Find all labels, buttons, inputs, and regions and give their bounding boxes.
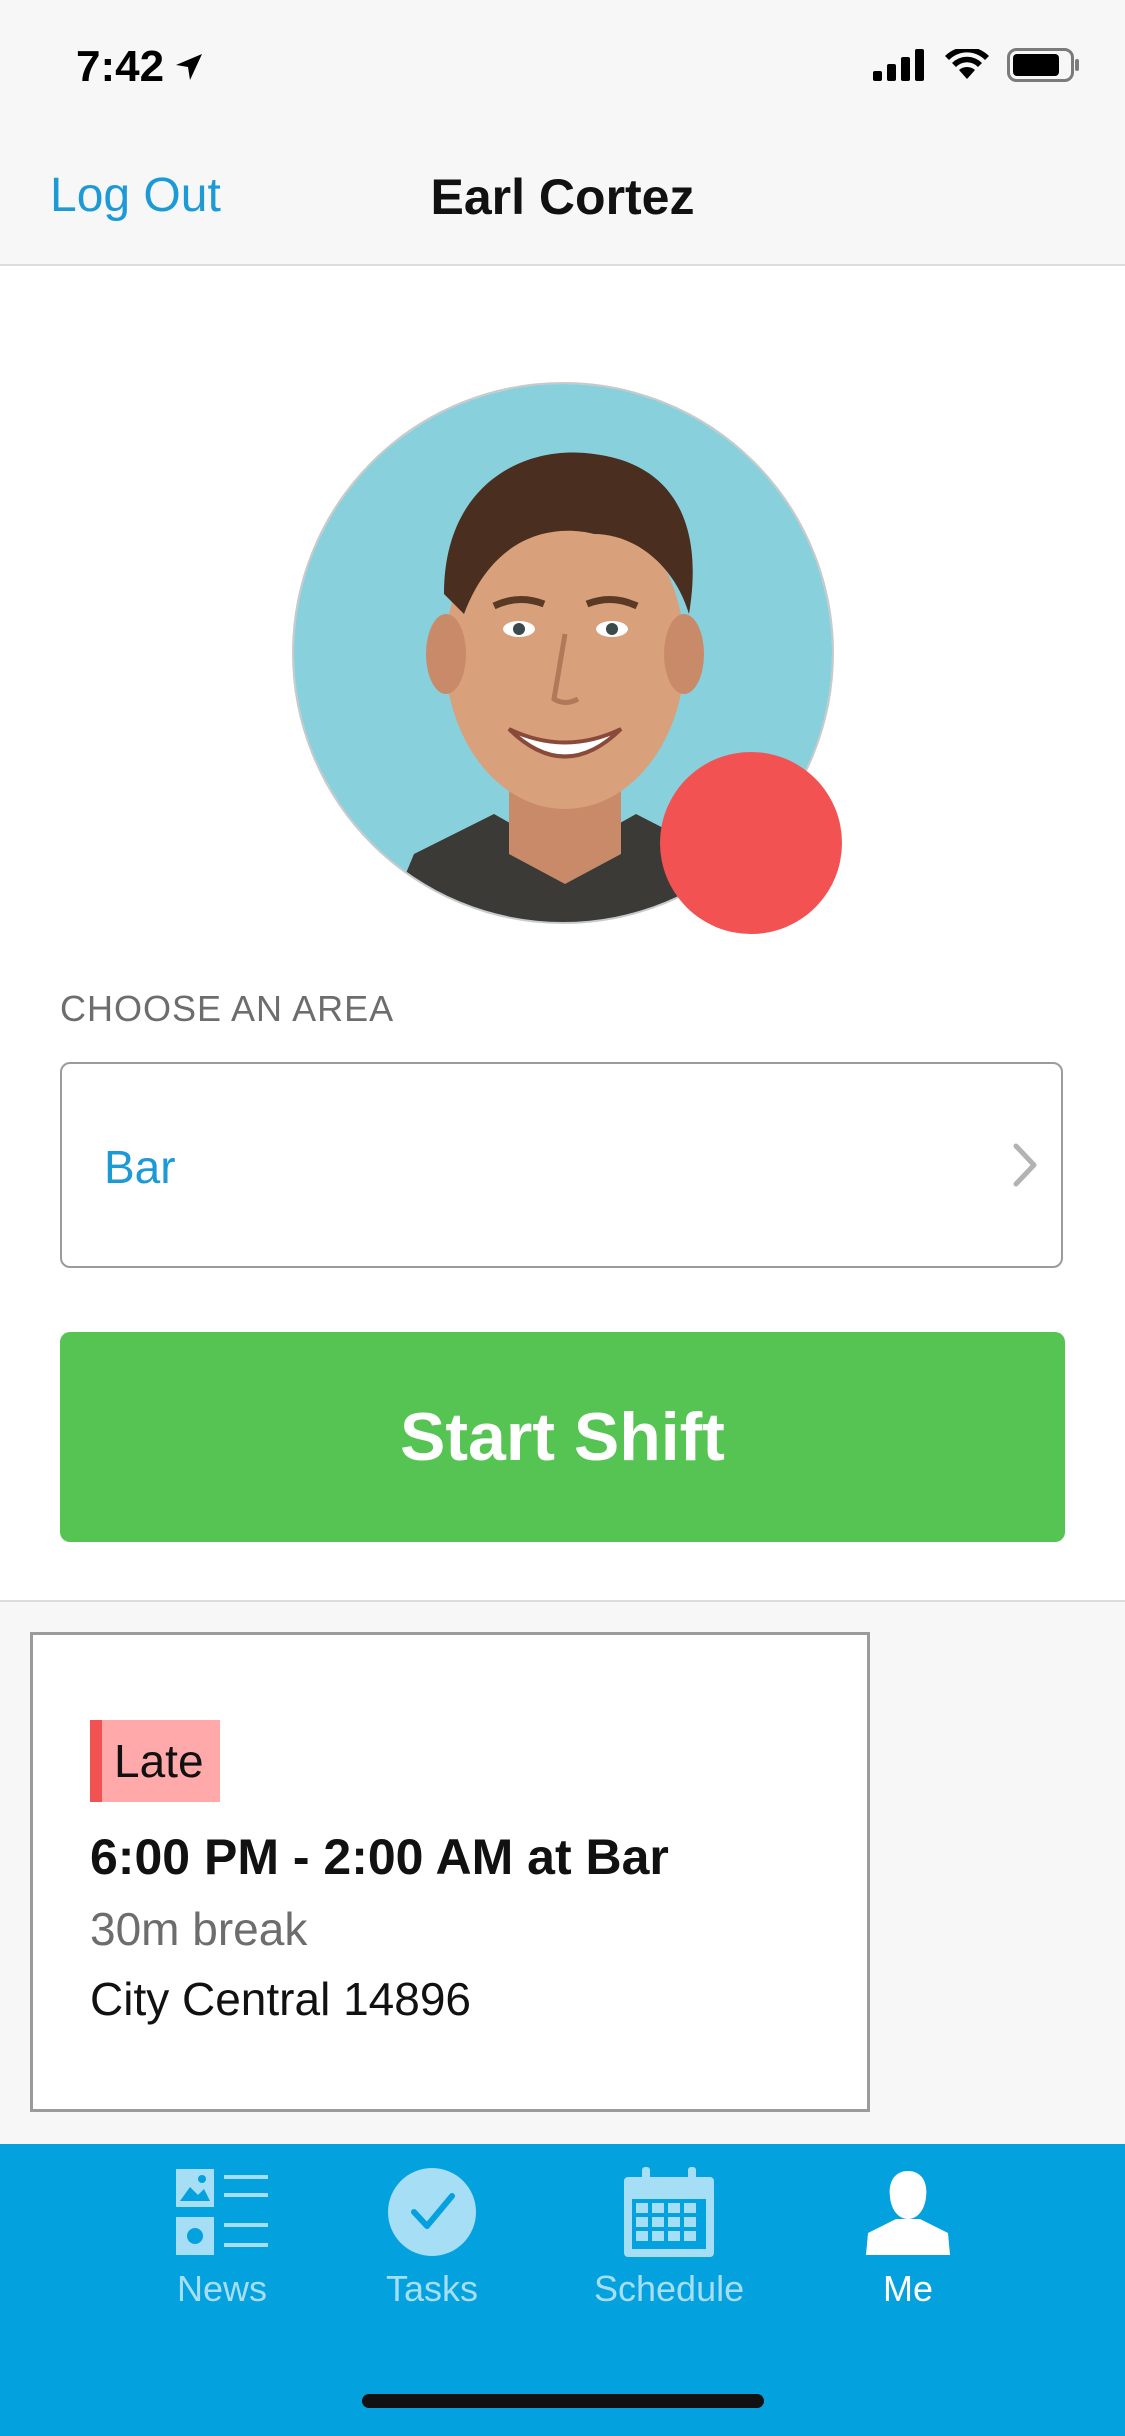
tab-news-label: News — [176, 2268, 268, 2309]
news-icon — [172, 2162, 272, 2262]
status-time-text: 7:42 — [76, 42, 165, 91]
tab-news[interactable]: News — [172, 2162, 272, 2310]
calendar-icon — [619, 2162, 719, 2262]
tab-me-label: Me — [882, 2268, 933, 2309]
tab-tasks-label: Tasks — [385, 2268, 479, 2309]
tab-me[interactable]: Me — [858, 2162, 958, 2310]
check-circle-icon — [382, 2162, 482, 2262]
signal-icon — [873, 49, 924, 81]
late-badge-label: Late — [114, 1735, 204, 1787]
late-status-badge: Late — [90, 1720, 220, 1802]
shift-location: City Central 14896 — [90, 1973, 471, 2025]
tab-schedule[interactable]: Schedule — [594, 2162, 744, 2310]
battery-icon — [1007, 48, 1079, 82]
wifi-icon — [945, 49, 989, 79]
location-arrow-icon — [176, 54, 203, 80]
area-select-value[interactable]: Bar — [104, 1140, 176, 1194]
status-indicators — [873, 48, 1081, 82]
chevron-right-icon — [1013, 1143, 1037, 1187]
area-section-label: CHOOSE AN AREA — [60, 988, 395, 1029]
start-shift-button[interactable]: Start Shift — [60, 1332, 1065, 1542]
person-icon — [858, 2162, 958, 2262]
header-bar — [0, 0, 1125, 266]
area-select[interactable] — [60, 1062, 1063, 1268]
home-indicator — [362, 2394, 764, 2408]
page-title: Earl Cortez — [430, 169, 695, 225]
shift-time: 6:00 PM - 2:00 AM at Bar — [90, 1829, 669, 1885]
shift-break: 30m break — [90, 1903, 308, 1955]
tab-tasks[interactable]: Tasks — [382, 2162, 482, 2310]
status-indicator-dot — [660, 752, 842, 934]
status-time: 7:42 — [76, 42, 204, 92]
tab-schedule-label: Schedule — [594, 2268, 745, 2309]
